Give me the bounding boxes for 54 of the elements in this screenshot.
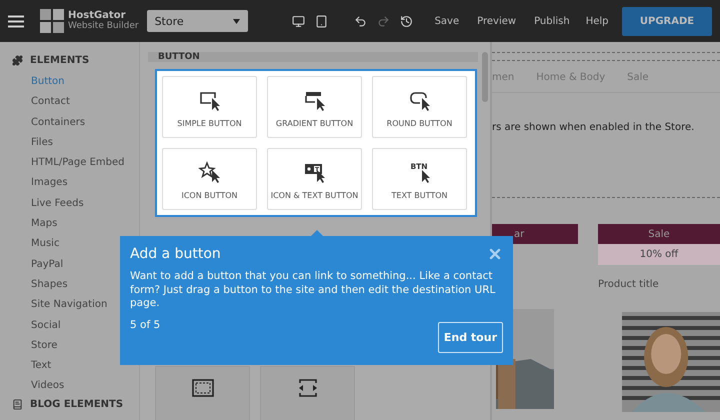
history-icon[interactable] [400,14,413,28]
toolbar-link[interactable]: Help [586,16,609,26]
monitor-icon[interactable] [292,14,305,28]
nav-link[interactable]: Sale [627,72,649,83]
element-card[interactable]: ICON BUTTON [162,148,257,210]
sidebar-item[interactable]: Contact [0,92,139,113]
nav-link[interactable]: men [492,72,514,83]
redo-icon[interactable] [376,14,390,28]
page-select[interactable]: Store [146,10,248,32]
menu-icon[interactable] [8,14,24,28]
panel-header: BUTTON [148,52,478,62]
tour-title: Add a button [130,246,221,262]
store-notice: rs are shown when enabled in the Store. [492,122,696,133]
product-title: Product title [598,279,660,290]
logo-subtitle: Website Builder [68,21,139,32]
tour-text: Want to add a button that you can link to something... Like a contact form? Just drag a button to the site and then edit the destination URL page. [130,270,496,310]
upgrade-button[interactable]: UPGRADE [622,6,712,36]
tablet-icon[interactable] [314,14,328,28]
sidebar-item[interactable]: Button [0,72,139,92]
nav-link[interactable]: Home & Body [536,72,606,83]
frame-icon [192,379,214,397]
section-title: BLOG ELEMENTS [30,399,124,410]
product-badge: ar [492,224,578,244]
discount-label: 10% off [598,244,720,265]
icon-button-icon [198,161,222,183]
undo-icon[interactable] [354,14,367,28]
logo-icon [40,9,64,33]
gradient-button-icon [302,89,326,111]
end-tour-button[interactable]: End tour [438,322,503,352]
logo-title: HostGator [68,10,127,21]
sidebar-item[interactable]: Containers [0,112,139,133]
sidebar-item[interactable]: Files [0,132,139,154]
toolbar-link[interactable]: Save [434,16,460,26]
product-badge: Sale [598,224,720,244]
section-title: ELEMENTS [30,54,90,66]
element-card[interactable] [155,366,250,420]
sidebar-item[interactable]: Videos [0,376,139,397]
blog-icon [12,399,23,410]
caret-icon [232,18,240,24]
simple-button-icon [198,89,222,111]
element-card[interactable]: ROUND BUTTON [372,76,467,138]
sidebar-item[interactable]: Images [0,173,139,194]
step-counter: 5 of 5 [130,318,160,330]
round-button-icon [408,89,432,111]
puzzle-icon [12,54,23,66]
sidebar-item[interactable]: Live Feeds [0,194,139,214]
stretch-icon [296,379,318,397]
scrollbar[interactable] [482,52,488,102]
sidebar-item[interactable]: Maps [0,214,139,234]
element-card[interactable]: GRADIENT BUTTON [267,76,362,138]
element-card[interactable]: SIMPLE BUTTON [162,76,257,138]
toolbar-link[interactable]: Publish [534,16,570,26]
toolbar-link[interactable]: Preview [477,16,516,26]
sidebar-item[interactable]: HTML/Page Embed [0,153,139,174]
